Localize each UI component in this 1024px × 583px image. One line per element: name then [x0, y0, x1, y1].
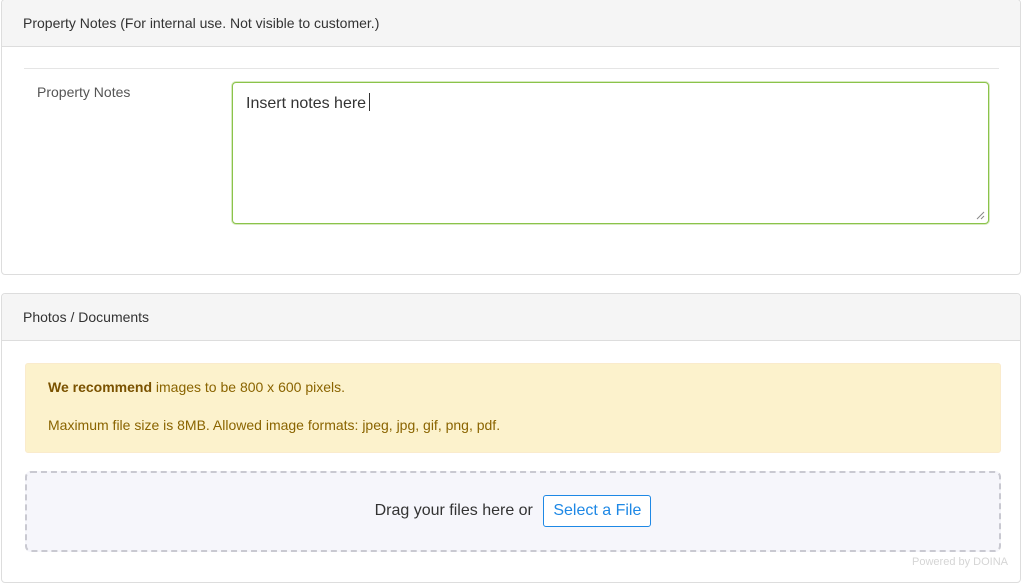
property-notes-label: Property Notes: [37, 84, 131, 100]
file-dropzone[interactable]: Drag your files here or Select a File: [25, 471, 1001, 552]
recommend-rest-text: images to be 800 x 600 pixels.: [152, 379, 346, 395]
select-file-button[interactable]: Select a File: [543, 495, 652, 527]
dropzone-text: Drag your files here or: [374, 502, 533, 519]
property-notes-text: Insert notes here: [246, 95, 367, 112]
resize-grip-icon[interactable]: [976, 211, 985, 220]
property-notes-card: Property Notes (For internal use. Not vi…: [1, 0, 1021, 275]
dropzone-content: Drag your files here or Select a File: [27, 495, 999, 527]
divider: [24, 68, 999, 69]
file-limits-text: Maximum file size is 8MB. Allowed image …: [48, 417, 501, 433]
property-notes-card-header: Property Notes (For internal use. Not vi…: [2, 0, 1020, 47]
property-notes-textarea[interactable]: Insert notes here: [232, 82, 989, 224]
recommend-strong-text: We recommend: [48, 379, 152, 395]
recommend-line: We recommend images to be 800 x 600 pixe…: [48, 378, 978, 396]
powered-by-text[interactable]: Powered by DOINA: [912, 556, 1008, 568]
photos-documents-card-header: Photos / Documents: [2, 294, 1020, 341]
upload-info-alert: We recommend images to be 800 x 600 pixe…: [25, 363, 1001, 453]
text-caret: [369, 93, 371, 111]
photos-documents-card: Photos / Documents We recommend images t…: [1, 293, 1021, 583]
